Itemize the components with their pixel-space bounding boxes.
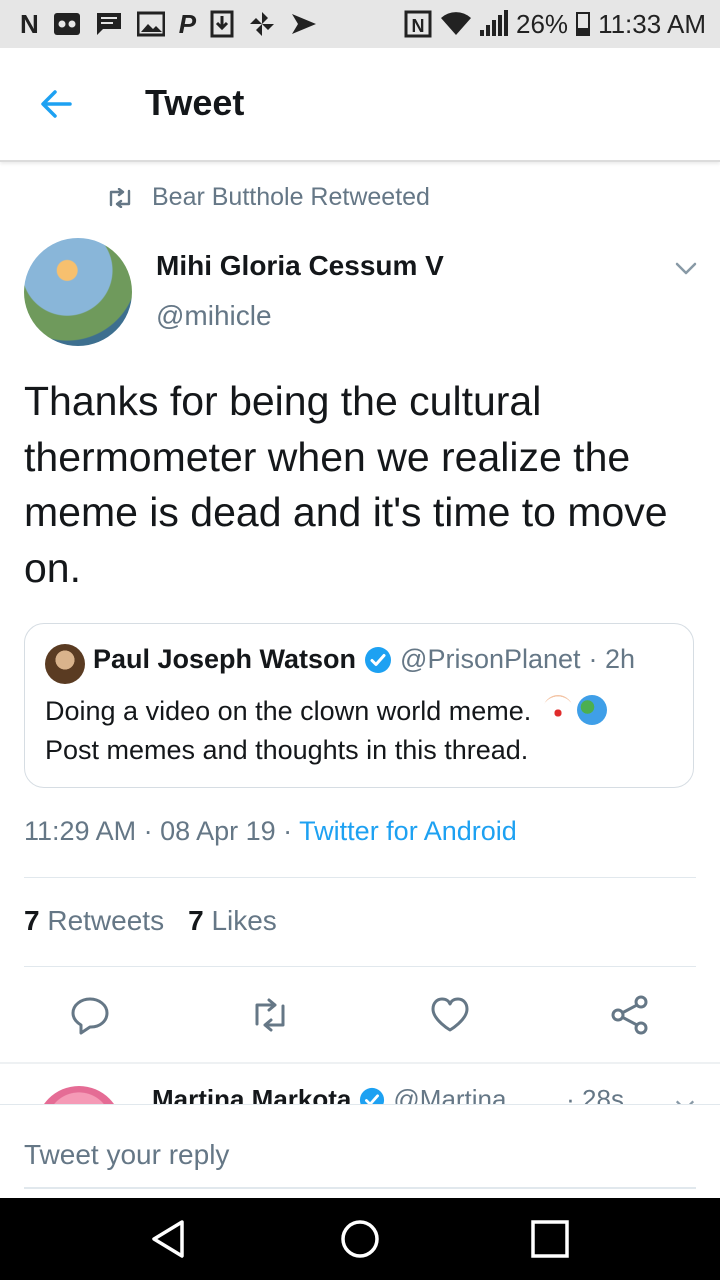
verified-badge-icon — [360, 1087, 385, 1104]
like-heart-icon[interactable] — [429, 994, 471, 1036]
wifi-icon — [441, 12, 472, 35]
download-icon — [210, 10, 234, 38]
tweet-meta: 11:29 AM · 08 Apr 19 · Twitter for Andro… — [24, 816, 517, 847]
likes-count: 7 — [188, 905, 204, 936]
quoted-avatar — [45, 644, 85, 684]
fan-icon — [250, 12, 275, 36]
quoted-time: · 2h — [588, 644, 636, 674]
author-handle[interactable]: @mihicle — [156, 300, 272, 332]
retweet-context: Bear Butthole Retweeted — [106, 183, 430, 212]
quoted-author-handle: @PrisonPlanet — [400, 644, 581, 674]
back-arrow-icon[interactable] — [38, 86, 74, 122]
message-icon — [96, 13, 121, 35]
app-bar: Tweet — [0, 48, 720, 162]
clown-emoji-icon — [542, 695, 573, 725]
status-icons: N P — [0, 10, 318, 38]
reply-icon[interactable] — [69, 994, 111, 1036]
divider — [24, 877, 696, 878]
voicemail-icon — [53, 13, 80, 35]
clock: 11:33 AM — [598, 8, 706, 39]
avatar[interactable] — [24, 238, 132, 346]
globe-emoji-icon — [576, 695, 607, 725]
reply-author-name: Martina Markota — [152, 1084, 352, 1104]
tweet-actions — [0, 994, 720, 1036]
quoted-text-line1: Doing a video on the clown world meme. — [45, 696, 532, 726]
quoted-header: Paul Joseph Watson @PrisonPlanet · 2h — [93, 644, 635, 675]
page-title: Tweet — [145, 82, 245, 123]
retweets-stat[interactable]: 7 Retweets — [24, 905, 164, 937]
retweet-icon — [109, 187, 131, 208]
chevron-down-icon[interactable] — [674, 256, 698, 280]
home-nav-icon[interactable] — [339, 1218, 381, 1260]
retweet-action-icon[interactable] — [249, 994, 291, 1036]
tweet-timestamp: 11:29 AM · 08 Apr 19 · — [24, 816, 293, 846]
reply-composer[interactable]: Tweet your reply — [0, 1104, 720, 1199]
recents-nav-icon[interactable] — [529, 1218, 571, 1260]
reply-header: Martina Markota @Martina... · 28s — [152, 1084, 624, 1104]
tweet-text: Thanks for being the cultural thermomete… — [24, 378, 668, 591]
reply-tweet-row[interactable]: Martina Markota @Martina... · 28s — [0, 1064, 720, 1104]
navigation-bar — [0, 1198, 720, 1280]
retweet-context-text: Bear Butthole Retweeted — [152, 183, 430, 211]
tweet-source-link[interactable]: Twitter for Android — [299, 816, 517, 846]
reply-input[interactable]: Tweet your reply — [24, 1139, 229, 1171]
likes-stat[interactable]: 7 Likes — [188, 905, 277, 937]
svg-text:N: N — [412, 16, 425, 36]
status-right: N 26% 11:33 AM — [404, 0, 706, 48]
reply-time: · 28s — [566, 1084, 624, 1104]
nfc-icon: N — [404, 10, 432, 38]
battery-percent: 26% — [516, 8, 569, 39]
chevron-down-icon[interactable] — [674, 1094, 696, 1104]
author-name[interactable]: Mihi Gloria Cessum V — [156, 250, 444, 282]
reply-underline — [24, 1187, 696, 1189]
back-nav-icon[interactable] — [148, 1218, 190, 1260]
n-icon: N — [20, 9, 39, 39]
divider — [24, 966, 696, 967]
verified-badge-icon — [365, 646, 392, 673]
paypal-icon: P — [178, 9, 197, 39]
quoted-author-name: Paul Joseph Watson — [93, 644, 357, 674]
signal-icon — [480, 10, 509, 36]
quoted-text-line2: Post memes and thoughts in this thread. — [45, 735, 529, 765]
image-icon — [136, 11, 165, 37]
quoted-text: Doing a video on the clown world meme. P… — [45, 692, 685, 770]
share-icon[interactable] — [609, 994, 651, 1036]
status-bar: N P N 26% 11:33 AM — [0, 0, 720, 48]
quoted-tweet[interactable]: Paul Joseph Watson @PrisonPlanet · 2h Do… — [24, 623, 694, 788]
play-icon — [292, 14, 317, 34]
reply-author-handle: @Martina... — [393, 1084, 529, 1104]
likes-label: Likes — [211, 905, 277, 936]
reply-avatar[interactable] — [36, 1086, 122, 1104]
battery-icon — [576, 12, 591, 36]
retweets-count: 7 — [24, 905, 40, 936]
retweets-label: Retweets — [47, 905, 165, 936]
tweet-stats: 7 Retweets 7 Likes — [24, 905, 277, 937]
